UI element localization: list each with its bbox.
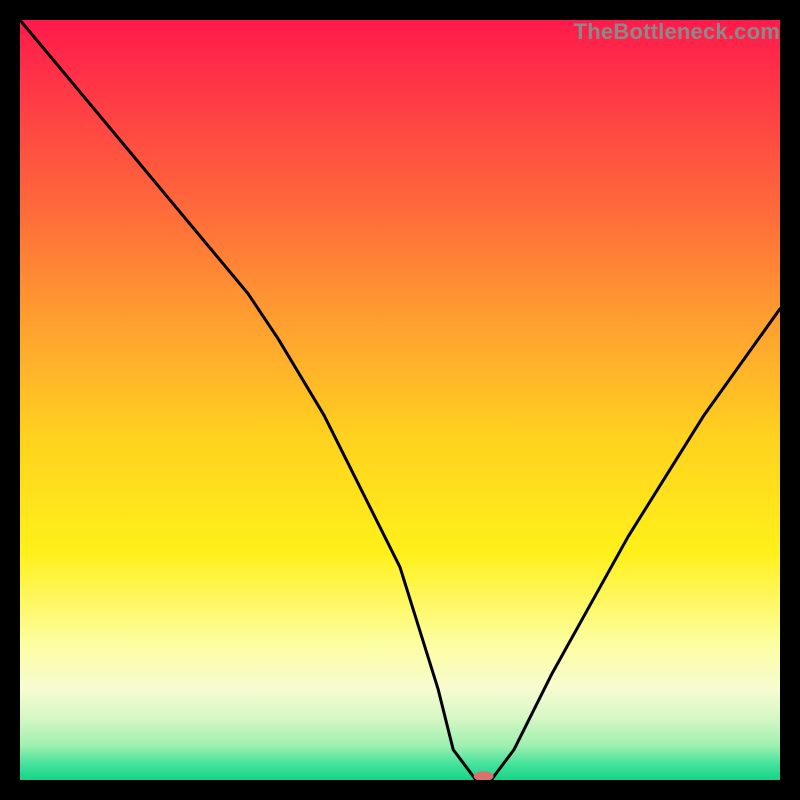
watermark-text: TheBottleneck.com bbox=[574, 19, 780, 45]
chart-frame: TheBottleneck.com bbox=[20, 20, 780, 780]
chart-background bbox=[20, 20, 780, 780]
chart-svg bbox=[20, 20, 780, 780]
